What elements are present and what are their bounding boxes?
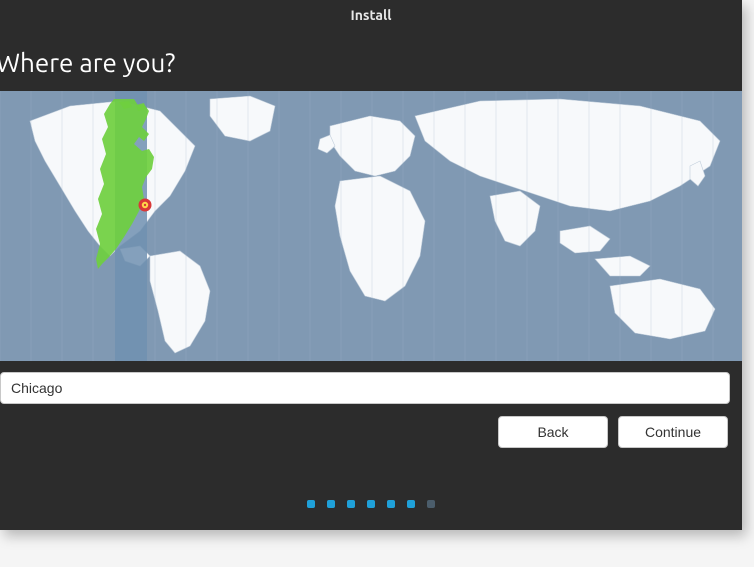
continue-button[interactable]: Continue [618, 416, 728, 448]
progress-dot [327, 500, 335, 508]
timezone-band-highlight [115, 91, 147, 361]
content-area: Where are you? [0, 30, 742, 448]
button-row: Back Continue [0, 404, 742, 448]
progress-dot [427, 500, 435, 508]
progress-dot [307, 500, 315, 508]
location-input-row [0, 361, 742, 404]
timezone-map[interactable] [0, 91, 742, 361]
progress-dot [367, 500, 375, 508]
installer-window: Install Where are you? [0, 0, 742, 530]
progress-dot [347, 500, 355, 508]
progress-indicator [0, 500, 742, 508]
progress-dot [407, 500, 415, 508]
window-title: Install [351, 7, 392, 23]
page-heading: Where are you? [0, 40, 742, 91]
progress-dot [387, 500, 395, 508]
back-button[interactable]: Back [498, 416, 608, 448]
titlebar: Install [0, 0, 742, 30]
location-input[interactable] [0, 372, 730, 404]
world-map-svg [0, 91, 742, 361]
